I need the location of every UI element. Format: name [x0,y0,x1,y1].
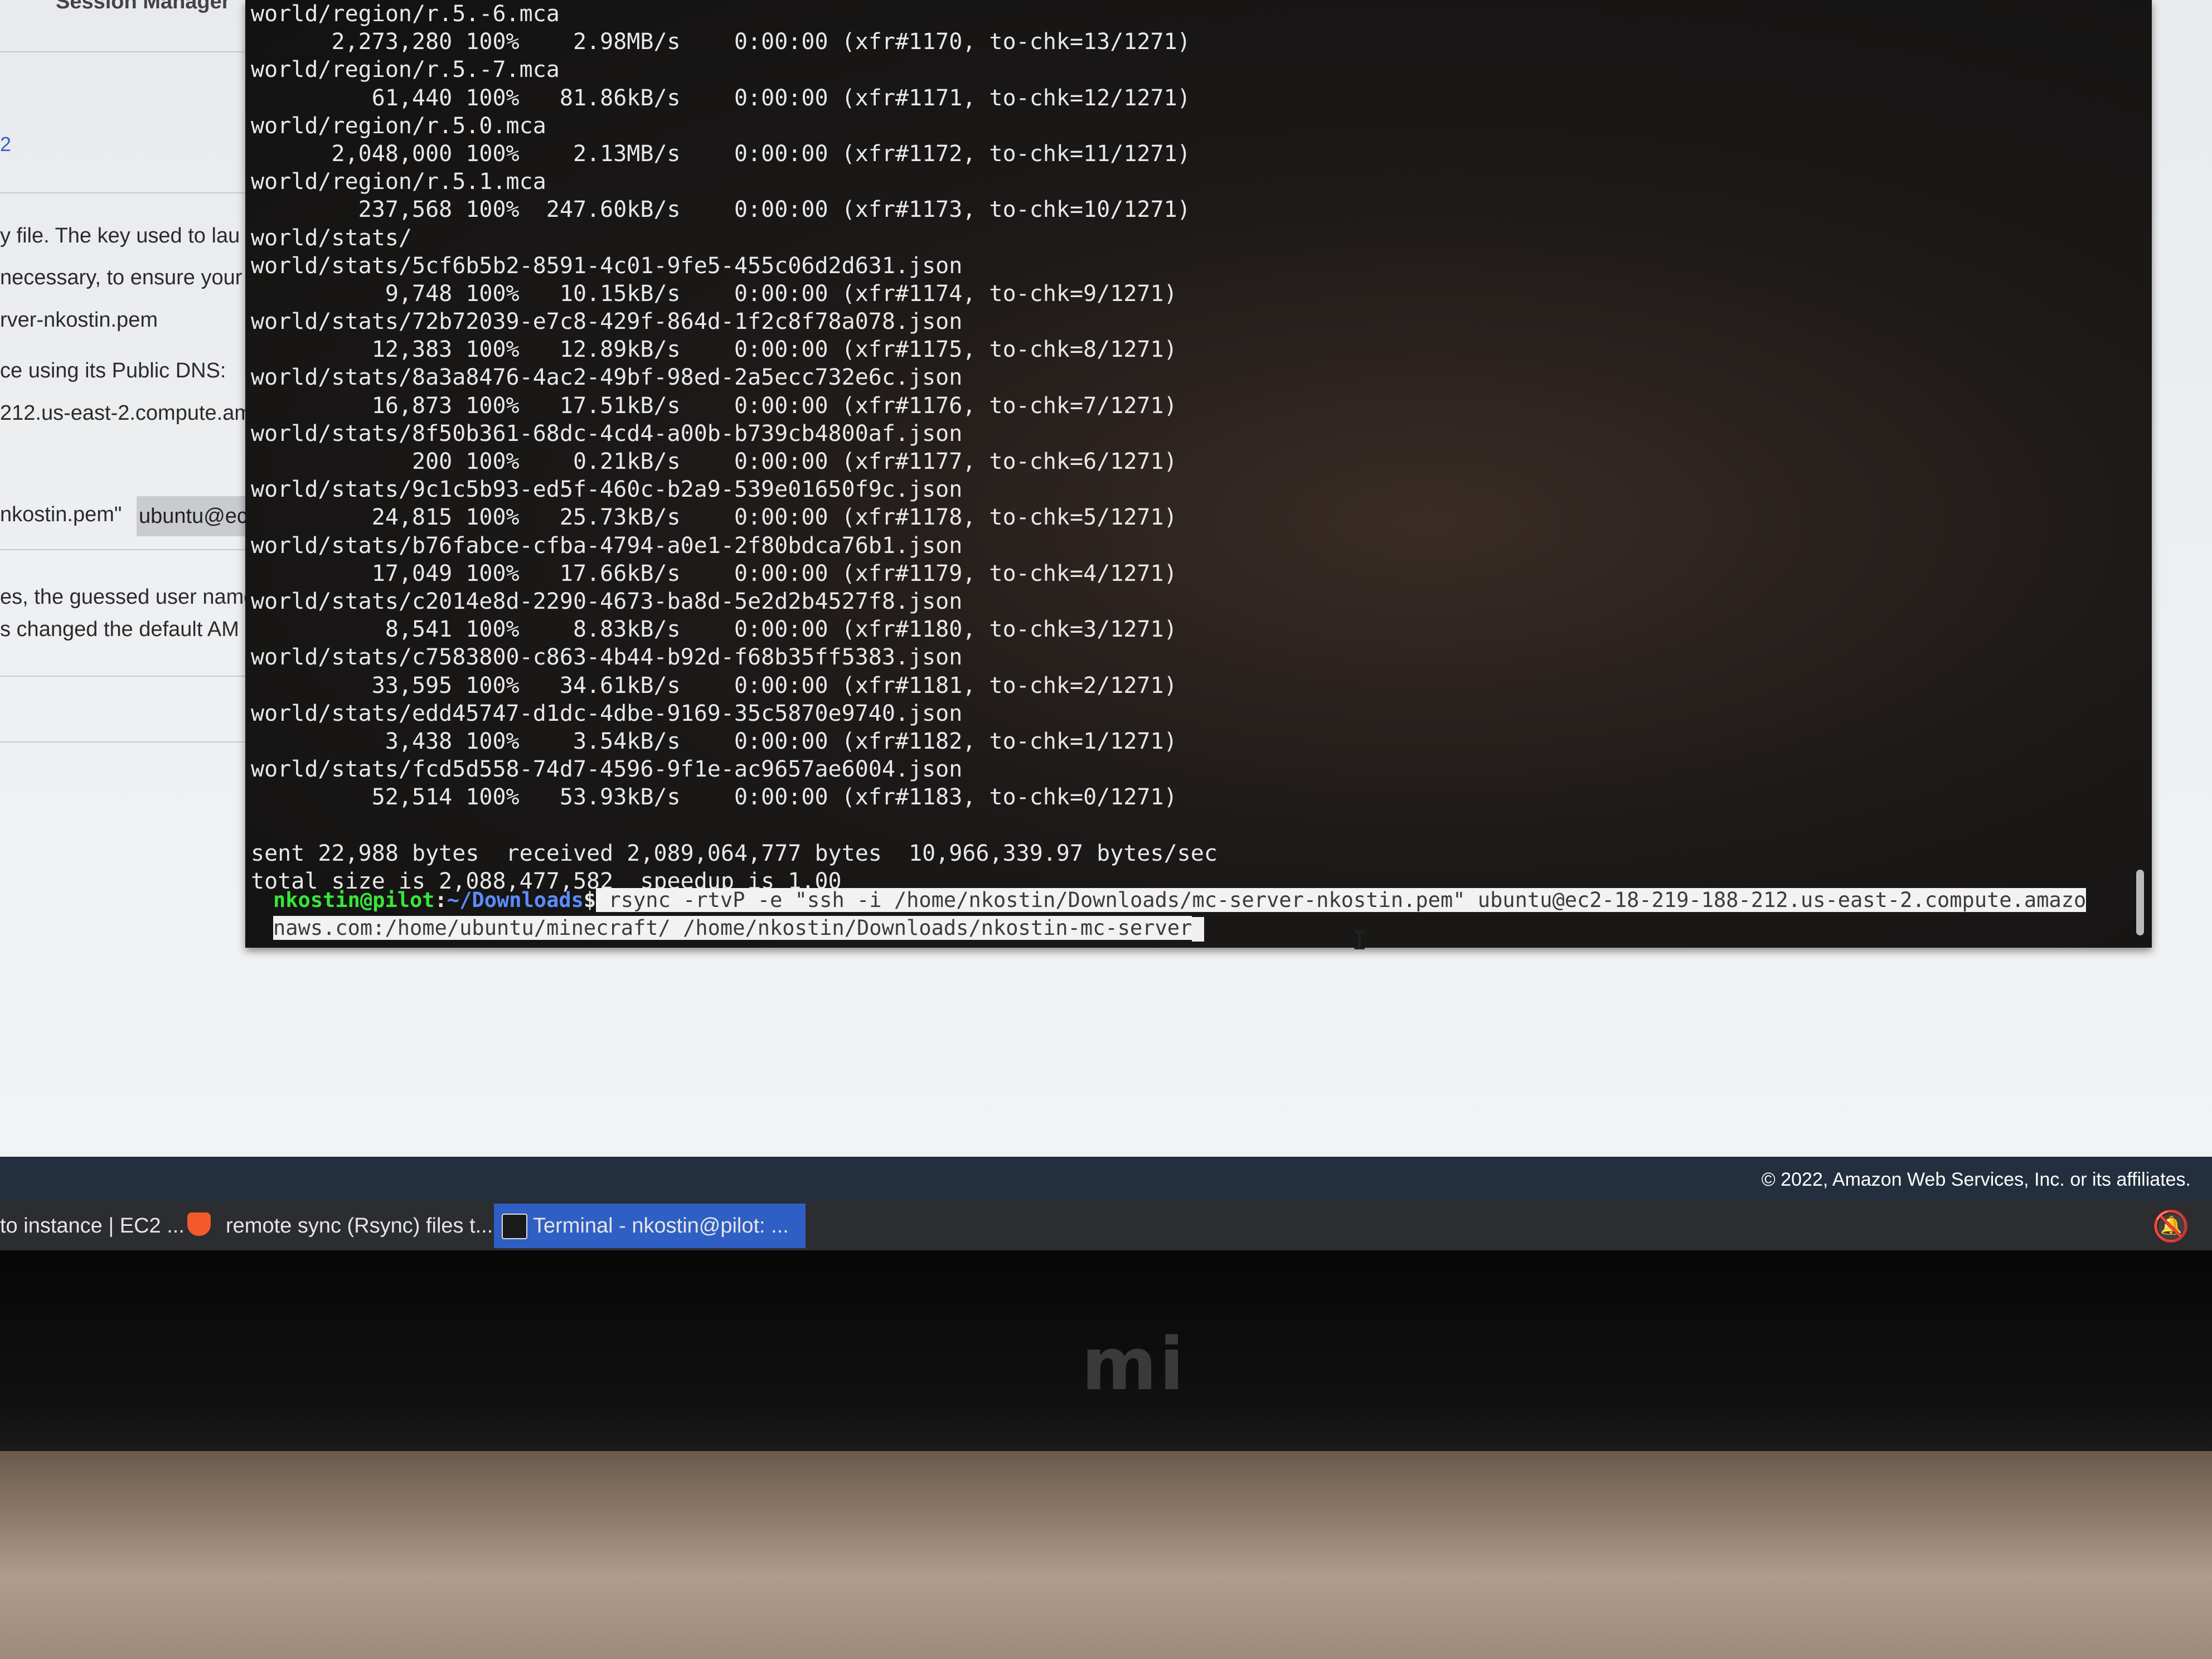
terminal-line: 61,440 100% 81.86kB/s 0:00:00 (xfr#1171,… [251,85,1191,111]
session-manager-tab[interactable]: Session Manager [56,0,230,14]
terminal-line: 17,049 100% 17.66kB/s 0:00:00 (xfr#1179,… [251,560,1177,586]
terminal-line: 24,815 100% 25.73kB/s 0:00:00 (xfr#1178,… [251,505,1177,531]
terminal-line: 33,595 100% 34.61kB/s 0:00:00 (xfr#1181,… [251,672,1177,698]
doc-link[interactable]: 2 [0,133,11,156]
taskbar-item-terminal-label: Terminal - nkostin@pilot: ... [533,1214,789,1238]
terminal-prompt[interactable]: nkostin@pilot:~/Downloads$ rsync -rtvP -… [273,886,2141,942]
terminal-line: world/stats/8a3a8476-4ac2-49bf-98ed-2a5e… [251,365,963,391]
command-text-continued[interactable]: naws.com:/home/ubuntu/minecraft/ /home/n… [273,916,1192,940]
divider [0,192,262,193]
terminal-line: world/stats/fcd5d558-74d7-4596-9f1e-ac96… [251,756,963,783]
taskbar-item-rsync-article[interactable]: remote sync (Rsync) files t... [226,1204,493,1248]
terminal-icon [502,1214,527,1239]
terminal-output: world/region/r.5.-6.mca 2,273,280 100% 2… [251,0,2129,895]
taskbar: to instance | EC2 ... remote sync (Rsync… [0,1201,2212,1250]
terminal-line: world/region/r.5.-7.mca [251,57,560,83]
prompt-dollar: $ [583,888,596,912]
divider [0,676,262,677]
command-text[interactable]: rsync -rtvP -e "ssh -i /home/nkostin/Dow… [596,888,2087,912]
terminal-scrollbar[interactable] [2136,870,2144,935]
doc-text-line: 212.us-east-2.compute.am [0,401,253,425]
terminal-line: 2,273,280 100% 2.98MB/s 0:00:00 (xfr#117… [251,29,1191,55]
divider [0,51,262,52]
divider [0,741,262,743]
aws-footer: © 2022, Amazon Web Services, Inc. or its… [0,1157,2212,1201]
doc-text-line: es, the guessed user name [0,585,256,609]
prompt-user: nkostin@pilot [273,888,435,912]
terminal-line: world/stats/ [251,225,412,251]
divider [0,549,262,550]
doc-text-line: rver-nkostin.pem [0,308,158,332]
brave-browser-icon [187,1212,211,1236]
terminal-line: 12,383 100% 12.89kB/s 0:00:00 (xfr#1175,… [251,337,1177,363]
terminal-line: 237,568 100% 247.60kB/s 0:00:00 (xfr#117… [251,197,1191,223]
doc-text-line: necessary, to ensure your [0,266,242,289]
terminal-line: 16,873 100% 17.51kB/s 0:00:00 (xfr#1176,… [251,392,1177,419]
terminal-line: world/region/r.5.-6.mca [251,1,560,27]
taskbar-item-terminal[interactable]: Terminal - nkostin@pilot: ... [494,1204,806,1248]
ibeam-cursor-icon: I [1352,925,1367,955]
terminal-line: 3,438 100% 3.54kB/s 0:00:00 (xfr#1182, t… [251,728,1177,754]
laptop-bezel: mi [0,1250,2212,1451]
terminal-line: world/stats/edd45747-d1dc-4dbe-9169-35c5… [251,700,963,726]
terminal-line: sent 22,988 bytes received 2,089,064,777… [251,840,1217,866]
laptop-body [0,1451,2212,1659]
terminal-line: 9,748 100% 10.15kB/s 0:00:00 (xfr#1174, … [251,280,1177,307]
doc-text-line: y file. The key used to lau [0,224,240,248]
terminal-line: world/stats/72b72039-e7c8-429f-864d-1f2c… [251,309,963,335]
terminal-line: 2,048,000 100% 2.13MB/s 0:00:00 (xfr#117… [251,140,1191,167]
terminal-line: world/stats/9c1c5b93-ed5f-460c-b2a9-539e… [251,477,963,503]
terminal-line: world/region/r.5.1.mca [251,169,546,195]
notifications-muted-icon[interactable]: 🔕 [2152,1209,2190,1244]
text-cursor [1192,916,1205,942]
terminal-window[interactable]: world/region/r.5.-6.mca 2,273,280 100% 2… [245,0,2152,948]
terminal-line: world/stats/8f50b361-68dc-4cd4-a00b-b739… [251,420,963,447]
terminal-line: 200 100% 0.21kB/s 0:00:00 (xfr#1177, to-… [251,449,1177,474]
doc-text-line: ce using its Public DNS: [0,359,226,382]
prompt-separator: : [434,888,447,912]
terminal-line: world/stats/5cf6b5b2-8591-4c01-9fe5-455c… [251,253,963,279]
terminal-line: world/stats/c7583800-c863-4b44-b92d-f68b… [251,644,963,671]
copyright-text: © 2022, Amazon Web Services, Inc. or its… [1761,1169,2191,1190]
terminal-line: world/stats/b76fabce-cfba-4794-a0e1-2f80… [251,532,963,559]
taskbar-item-ec2[interactable]: to instance | EC2 ... [0,1204,185,1248]
doc-text-line: s changed the default AM [0,618,239,641]
mi-logo: mi [1081,1322,1187,1406]
terminal-line: 8,541 100% 8.83kB/s 0:00:00 (xfr#1180, t… [251,617,1177,643]
terminal-line: world/stats/c2014e8d-2290-4673-ba8d-5e2d… [251,588,963,614]
prompt-path: ~/Downloads [447,888,584,912]
terminal-line: 52,514 100% 53.93kB/s 0:00:00 (xfr#1183,… [251,784,1177,811]
terminal-line: world/region/r.5.0.mca [251,113,546,139]
